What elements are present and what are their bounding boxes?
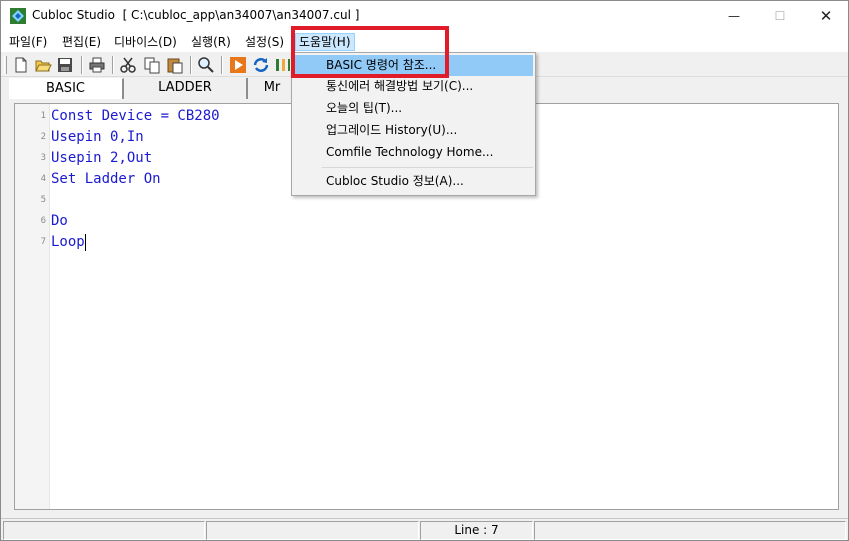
maximize-button[interactable]: ☐ <box>757 1 803 31</box>
copy-icon[interactable] <box>143 56 161 74</box>
find-icon[interactable] <box>197 56 215 74</box>
line-number: 5 <box>40 195 46 205</box>
tab-monitor[interactable]: Mr <box>248 78 296 99</box>
line-number: 4 <box>40 174 46 184</box>
minimize-icon: — <box>728 9 740 23</box>
tab-ladder[interactable]: LADDER <box>124 78 248 99</box>
code-line[interactable]: Do <box>51 211 68 232</box>
toolbar-grip[interactable] <box>4 56 7 74</box>
close-icon: ✕ <box>819 7 833 25</box>
code-line[interactable]: Set Ladder On <box>51 169 161 190</box>
toolbar-separator <box>81 56 83 74</box>
toolbar-separator <box>221 56 223 74</box>
menu-item-upgrade-history[interactable]: 업그레이드 History(U)... <box>294 120 533 141</box>
close-button[interactable]: ✕ <box>803 1 849 31</box>
line-number: 2 <box>40 132 46 142</box>
save-icon[interactable] <box>56 56 74 74</box>
line-number: 3 <box>40 153 46 163</box>
line-number: 6 <box>40 216 46 226</box>
menu-file[interactable]: 파일(F) <box>9 33 47 51</box>
menu-item-comm-error-help[interactable]: 통신에러 해결방법 보기(C)... <box>294 76 533 97</box>
menu-run[interactable]: 실행(R) <box>191 33 231 51</box>
line-number-gutter: 1 2 3 4 5 6 7 <box>15 104 50 509</box>
menu-item-tip-of-day[interactable]: 오늘의 팁(T)... <box>294 98 533 119</box>
line-number: 7 <box>40 237 46 247</box>
menu-item-comfile-home[interactable]: Comfile Technology Home... <box>294 142 533 163</box>
menu-settings[interactable]: 설정(S) <box>245 33 284 51</box>
open-folder-icon[interactable] <box>34 56 52 74</box>
highlight-annotation-box <box>291 26 449 78</box>
cubloc-app-icon <box>10 8 26 24</box>
tab-basic[interactable]: BASIC <box>9 78 124 99</box>
refresh-icon[interactable] <box>252 56 270 74</box>
code-line-text: Loop <box>51 234 85 250</box>
app-name: Cubloc Studio <box>32 8 115 22</box>
line-number: 1 <box>40 111 46 121</box>
status-pane-4 <box>534 521 846 540</box>
print-icon[interactable] <box>88 56 106 74</box>
text-caret <box>84 233 86 251</box>
cut-icon[interactable] <box>119 56 137 74</box>
minimize-button[interactable]: — <box>711 1 757 31</box>
menu-edit[interactable]: 편집(E) <box>62 33 101 51</box>
status-pane-2 <box>206 521 419 540</box>
run-icon[interactable] <box>229 56 247 74</box>
maximize-icon: ☐ <box>774 9 786 23</box>
app-window: Cubloc Studio [ C:\cubloc_app\an34007\an… <box>0 0 849 541</box>
status-line-indicator: Line : 7 <box>420 521 533 540</box>
code-line-current[interactable]: Loop <box>51 232 86 253</box>
toolbar-separator <box>112 56 114 74</box>
file-path: [ C:\cubloc_app\an34007\an34007.cul ] <box>122 8 360 22</box>
status-pane-1 <box>3 521 205 540</box>
code-line[interactable]: Usepin 0,In <box>51 127 144 148</box>
status-bar: Line : 7 <box>1 518 848 540</box>
window-title: Cubloc Studio [ C:\cubloc_app\an34007\an… <box>32 8 359 22</box>
code-line[interactable]: Const Device = CB280 <box>51 106 220 127</box>
new-file-icon[interactable] <box>12 56 30 74</box>
code-line[interactable]: Usepin 2,Out <box>51 148 152 169</box>
menu-device[interactable]: 디바이스(D) <box>114 33 177 51</box>
paste-icon[interactable] <box>166 56 184 74</box>
toolbar-separator <box>190 56 192 74</box>
ladder-icon[interactable] <box>274 56 292 74</box>
menu-separator <box>322 167 533 168</box>
menu-item-about[interactable]: Cubloc Studio 정보(A)... <box>294 171 533 192</box>
